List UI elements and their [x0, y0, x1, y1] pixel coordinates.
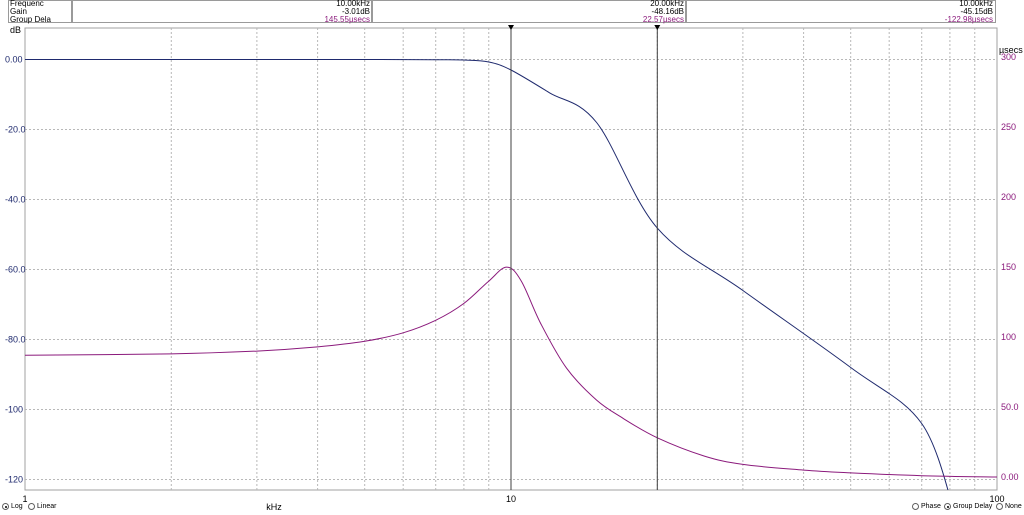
right-tick-label: 200	[1001, 192, 1016, 202]
radio-linear[interactable]: Linear	[28, 503, 56, 510]
radio-indicator	[944, 503, 951, 510]
plot-cursors[interactable]	[508, 25, 661, 490]
radio-indicator	[2, 503, 9, 510]
radio-label: Group Delay	[953, 503, 993, 510]
right-tick-label: 50.0	[1001, 402, 1019, 412]
right-tick-label: 250	[1001, 122, 1016, 132]
plot-tick-labels: 1 10 1000.00-20.0-40.0-60.0-80.0-100-12030…	[5, 52, 1019, 504]
radio-indicator	[28, 503, 35, 510]
radio-group-delay[interactable]: Group Delay	[944, 503, 992, 510]
left-tick-label: -40.0	[5, 195, 26, 205]
right-axis-unit: µsecs	[999, 45, 1023, 55]
left-axis-unit: dB	[10, 25, 21, 35]
radio-label: Phase	[921, 503, 941, 510]
radio-label: Log	[11, 503, 23, 510]
radio-label: None	[1005, 503, 1022, 510]
bode-plot[interactable]: 1 10 1000.00-20.0-40.0-60.0-80.0-100-12030…	[0, 0, 1024, 515]
left-tick-label: 0.00	[5, 55, 23, 65]
radio-indicator	[996, 503, 1003, 510]
bottom-options-bar: Log Linear Phase Group Delay None	[0, 501, 1024, 515]
left-tick-label: -100	[5, 405, 23, 415]
left-tick-label: -60.0	[5, 265, 26, 275]
radio-indicator	[912, 503, 919, 510]
right-tick-label: 0.00	[1001, 472, 1019, 482]
radio-none[interactable]: None	[996, 503, 1022, 510]
left-tick-label: -20.0	[5, 125, 26, 135]
left-tick-label: -80.0	[5, 335, 26, 345]
right-tick-label: 150	[1001, 262, 1016, 272]
radio-label: Linear	[37, 503, 57, 510]
right-tick-label: 100	[1001, 332, 1016, 342]
gain-curve	[25, 58, 949, 490]
radio-log[interactable]: Log	[2, 503, 23, 510]
radio-phase[interactable]: Phase	[912, 503, 941, 510]
left-tick-label: -120	[5, 475, 23, 485]
